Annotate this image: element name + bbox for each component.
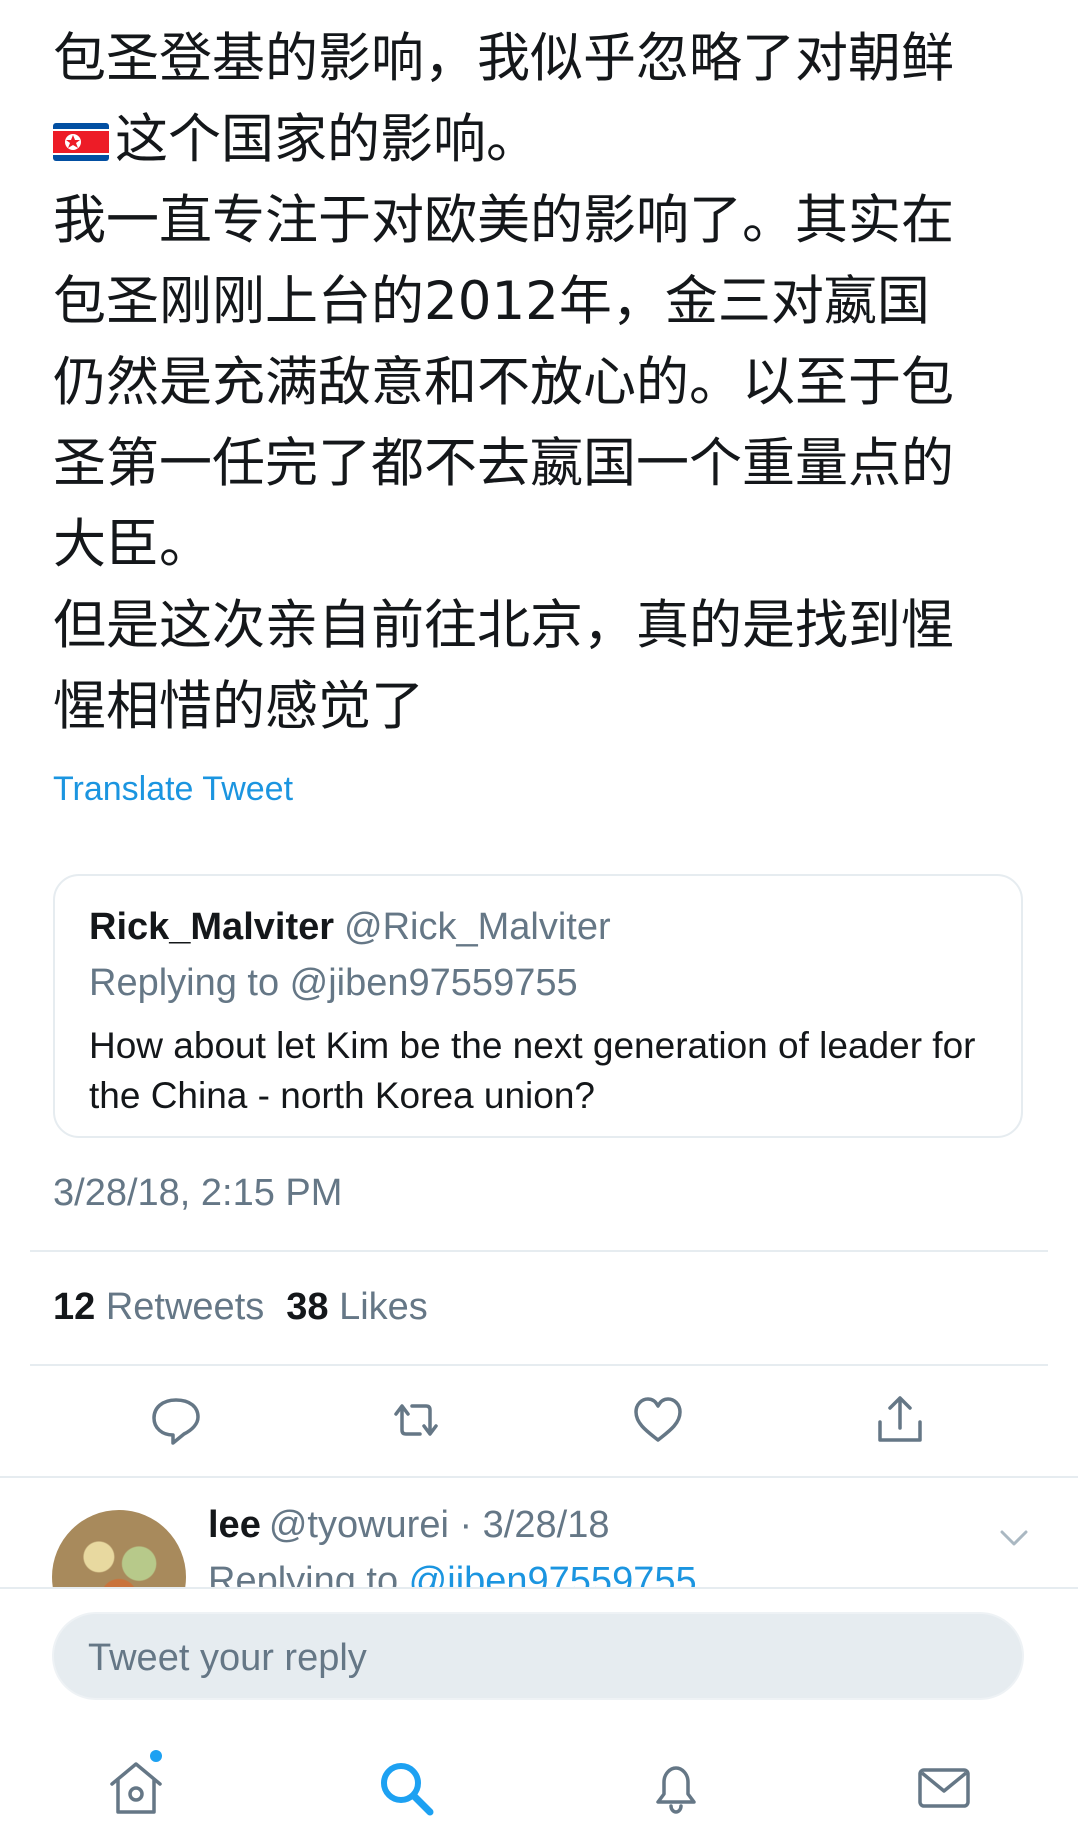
notifications-icon[interactable]: [644, 1756, 708, 1820]
tweet-line: 包圣登基的影响，我似乎忽略了对朝鲜: [53, 28, 954, 89]
like-icon[interactable]: [628, 1390, 688, 1450]
quoted-author-handle: @Rick_Malviter: [344, 906, 611, 948]
tweet-line: 圣第一任完了都不去嬴国一个重量点的: [53, 433, 954, 494]
tweet-text: 包圣登基的影响，我似乎忽略了对朝鲜 这个国家的影响。 我一直专注于对欧美的影响了…: [53, 18, 1033, 747]
retweets-stat[interactable]: 12 Retweets: [53, 1286, 264, 1328]
likes-count: 38: [286, 1286, 329, 1328]
quoted-tweet-header: Rick_Malviter @Rick_Malviter: [89, 906, 611, 949]
divider: [30, 1250, 1048, 1252]
reply-author-meta: @tyowurei · 3/28/18: [268, 1504, 610, 1546]
replying-to-label: Replying to: [208, 1560, 409, 1587]
bottom-tab-bar: [0, 1734, 1078, 1842]
likes-stat[interactable]: 38 Likes: [286, 1286, 428, 1328]
divider: [0, 1587, 1078, 1589]
chevron-down-icon[interactable]: [996, 1520, 1032, 1556]
tweet-line: 仍然是充满敌意和不放心的。以至于包: [53, 352, 954, 413]
tweet-line: 但是这次亲自前往北京，真的是找到惺: [53, 595, 954, 656]
divider: [0, 1476, 1078, 1478]
reply-composer-input[interactable]: Tweet your reply: [52, 1612, 1024, 1700]
reply-header: lee @tyowurei · 3/28/18: [208, 1504, 609, 1547]
tweet-line: 惺相惜的感觉了: [53, 676, 424, 737]
retweets-count: 12: [53, 1286, 96, 1328]
tweet-line: 大臣。: [53, 514, 212, 575]
quoted-replying-to: Replying to @jiben97559755: [89, 962, 578, 1004]
quoted-tweet-text: How about let Kim be the next generation…: [89, 1025, 976, 1116]
tweet-timestamp: 3/28/18, 2:15 PM: [53, 1172, 343, 1214]
tweet-actions-bar: [0, 1390, 1078, 1460]
tweet-line: 我一直专注于对欧美的影响了。其实在: [53, 190, 954, 251]
share-icon[interactable]: [870, 1390, 930, 1450]
notification-dot: [150, 1750, 162, 1762]
avatar[interactable]: [52, 1510, 186, 1587]
search-icon[interactable]: [374, 1756, 438, 1820]
likes-label: Likes: [339, 1286, 428, 1328]
messages-icon[interactable]: [912, 1756, 976, 1820]
reply-replying-to: Replying to @jiben97559755: [208, 1560, 697, 1587]
replying-to-handle[interactable]: @jiben97559755: [409, 1560, 697, 1587]
retweet-icon[interactable]: [386, 1390, 446, 1450]
reply-tweet[interactable]: lee @tyowurei · 3/28/18 Replying to @jibe…: [0, 1482, 1078, 1587]
reply-author-name: lee: [208, 1504, 261, 1546]
quoted-tweet-card[interactable]: Rick_Malviter @Rick_Malviter Replying to …: [53, 874, 1023, 1138]
tweet-line: 包圣刚刚上台的2012年，金三对嬴国: [53, 271, 930, 332]
engagement-stats: 12 Retweets 38 Likes: [53, 1286, 428, 1329]
retweets-label: Retweets: [105, 1286, 265, 1328]
reply-icon[interactable]: [146, 1390, 206, 1450]
divider: [30, 1364, 1048, 1366]
north-korea-flag-icon: [53, 103, 109, 161]
tweet-line: 这个国家的影响。: [115, 109, 539, 170]
tweet-line-with-flag: 这个国家的影响。: [53, 99, 1033, 180]
quoted-author-name: Rick_Malviter: [89, 906, 335, 948]
home-icon[interactable]: [104, 1750, 168, 1820]
translate-tweet-link[interactable]: Translate Tweet: [53, 770, 293, 809]
